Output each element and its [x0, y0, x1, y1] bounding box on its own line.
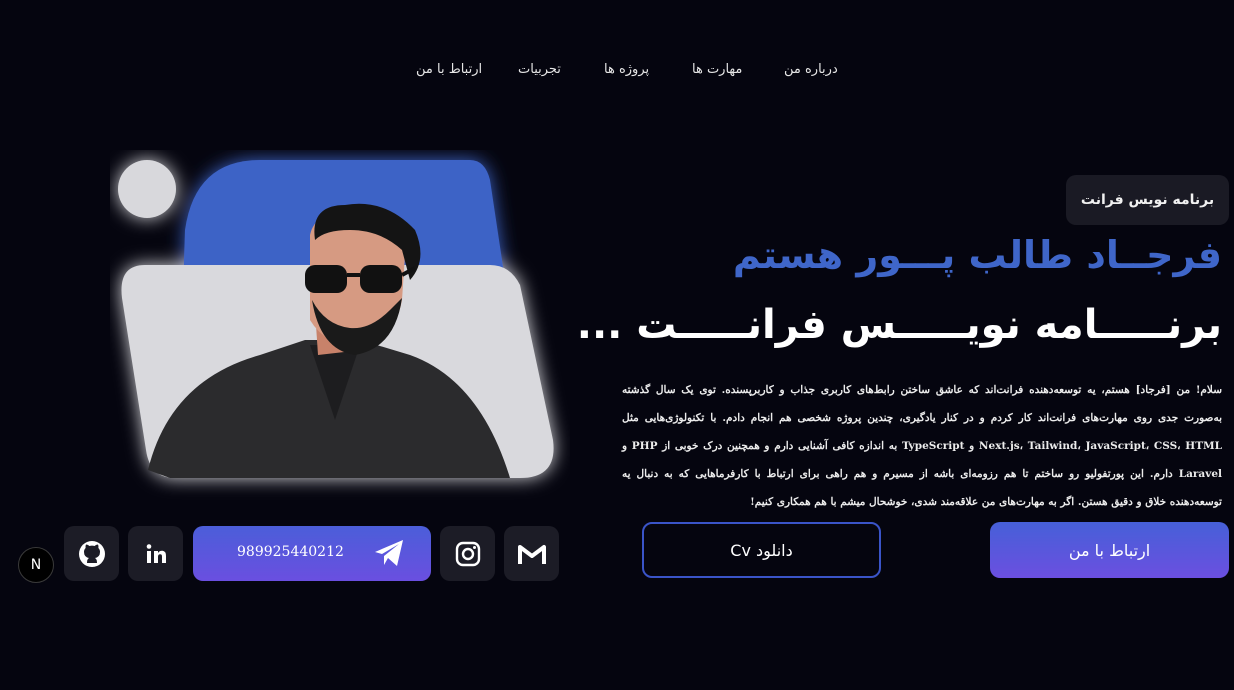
linkedin-link[interactable] — [128, 526, 183, 581]
telegram-link[interactable]: 989925440212 — [193, 526, 431, 581]
gmail-link[interactable] — [504, 526, 559, 581]
telegram-icon — [375, 540, 403, 566]
gmail-icon — [517, 544, 546, 564]
hero-portrait-illustration — [118, 160, 554, 478]
github-icon — [78, 540, 105, 567]
nav-item-projects[interactable]: پروژه ها — [604, 62, 649, 77]
hero-role-title: برنـــــامه نویـــــس فرانـــــت ... — [576, 302, 1222, 348]
instagram-link[interactable] — [440, 526, 495, 581]
instagram-icon — [455, 541, 480, 566]
nextjs-devtools-badge[interactable]: N — [18, 547, 54, 583]
linkedin-icon — [146, 543, 166, 563]
hero-bio: سلام! من [فرجاد] هستم، یه توسعه‌دهنده فر… — [622, 384, 1223, 508]
hero-name: فرجــاد طالب پـــور هستم — [732, 233, 1222, 277]
contact-button[interactable]: ارتباط با من — [990, 522, 1229, 578]
telegram-number: 989925440212 — [237, 544, 344, 560]
nav-item-experience[interactable]: تجربیات — [518, 62, 561, 77]
top-nav: درباره من مهارت ها پروژه ها تجربیات ارتب… — [0, 62, 1234, 84]
github-link[interactable] — [64, 526, 119, 581]
nav-item-contact[interactable]: ارتباط با من — [416, 62, 482, 77]
download-cv-button[interactable]: دانلود Cv — [642, 522, 881, 578]
nav-item-skills[interactable]: مهارت ها — [692, 62, 742, 77]
role-badge: برنامه نویس فرانت — [1066, 175, 1229, 225]
nav-item-about[interactable]: درباره من — [784, 62, 838, 77]
